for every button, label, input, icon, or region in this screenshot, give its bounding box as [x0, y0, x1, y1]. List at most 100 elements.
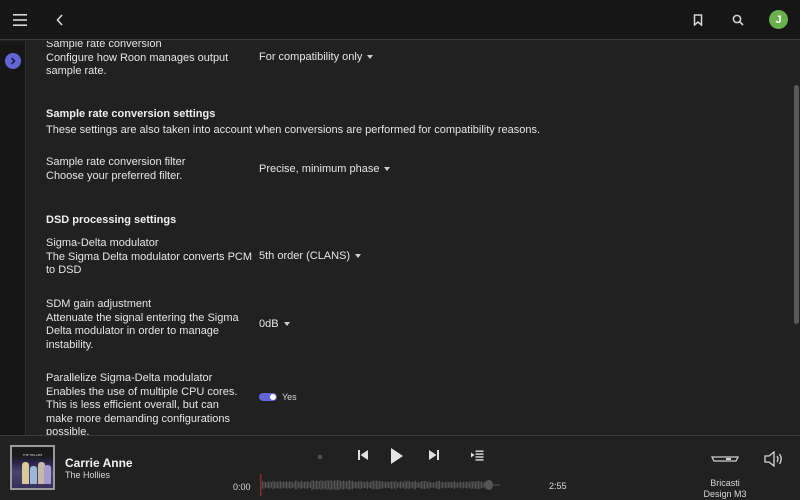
waveform-bar: [272, 480, 274, 490]
track-title[interactable]: Carrie Anne: [65, 456, 133, 470]
waveform-bar: [395, 480, 397, 490]
waveform-bar: [386, 481, 388, 489]
waveform-bar: [457, 482, 458, 488]
setting-description: Configure how Roon manages output sample…: [46, 51, 229, 78]
waveform-bar: [409, 481, 410, 489]
waveform-bar: [415, 480, 416, 490]
waveform-bar: [466, 481, 467, 489]
waveform-bar: [338, 480, 340, 490]
user-avatar[interactable]: J: [769, 10, 788, 29]
waveform-bar: [286, 481, 287, 489]
radio-indicator[interactable]: [317, 454, 323, 460]
play-button[interactable]: [390, 447, 404, 465]
setting-sigma-delta-modulator: Sigma-Delta modulator The Sigma Delta mo…: [46, 237, 792, 278]
scrollbar-thumb[interactable]: [794, 85, 799, 324]
setting-description: Enables the use of multiple CPU cores. T…: [46, 385, 238, 436]
queue-button[interactable]: [471, 450, 484, 461]
dropdown-value: 0dB: [259, 318, 279, 330]
waveform-bar: [329, 479, 331, 491]
search-button[interactable]: [728, 10, 748, 30]
waveform-bar: [364, 481, 365, 489]
waveform-bar: [431, 482, 433, 488]
waveform-bar: [446, 481, 448, 489]
waveform-bar: [442, 481, 443, 489]
playhead[interactable]: [260, 474, 262, 496]
waveform-bar: [479, 481, 481, 489]
waveform-bar: [310, 482, 311, 488]
waveform-bar: [265, 482, 266, 488]
waveform-bar: [475, 481, 476, 489]
waveform-bar: [458, 482, 460, 488]
sdm-gain-dropdown[interactable]: 0dB: [259, 318, 290, 330]
album-art-title: THE HOLLIES: [22, 453, 43, 457]
track-artist[interactable]: The Hollies: [65, 470, 110, 480]
waveform-bar: [430, 482, 431, 488]
waveform-bar: [469, 482, 470, 488]
waveform-bar: [406, 481, 407, 489]
waveform-bar: [476, 480, 478, 490]
waveform-bar: [337, 479, 338, 491]
dropdown-value: For compatibility only: [259, 51, 363, 63]
waveform-bar: [349, 480, 350, 490]
waveform-bar: [427, 482, 428, 488]
setting-sample-rate-conversion: Sample rate conversion Configure how Roo…: [46, 41, 792, 79]
toggle-label: Yes: [282, 392, 297, 402]
waveform-bar: [323, 480, 325, 490]
waveform-bar: [287, 482, 289, 488]
zone-selector-button[interactable]: Bricasti Design M3: [700, 450, 750, 500]
waveform-bar: [332, 481, 334, 489]
waveform-bar: [368, 482, 370, 488]
waveform-bar: [397, 482, 398, 488]
bookmarks-button[interactable]: [688, 10, 708, 30]
waveform-bar: [293, 482, 295, 488]
waveform-bar: [452, 481, 454, 489]
back-button[interactable]: [50, 10, 70, 30]
waveform-bar: [317, 480, 319, 490]
album-art[interactable]: THE HOLLIES: [10, 445, 55, 490]
waveform-bar: [391, 481, 392, 489]
waveform-bar: [425, 480, 427, 490]
waveform-bar: [347, 480, 349, 490]
next-track-button[interactable]: [428, 449, 440, 461]
waveform-bar: [350, 481, 352, 489]
dot-icon: [317, 454, 323, 460]
zone-name: Bricasti Design M3: [703, 478, 747, 499]
parallelize-sdm-toggle[interactable]: Yes: [259, 392, 297, 402]
waveform-bar: [292, 482, 293, 488]
toggle-switch-on[interactable]: [259, 393, 277, 401]
waveform-bar: [404, 480, 406, 490]
waveform-bar: [422, 481, 424, 489]
waveform-bar: [290, 481, 292, 489]
waveform-bar: [283, 481, 284, 489]
caret-down-icon: [367, 55, 374, 59]
waveform-bar: [370, 481, 371, 489]
waveform-seek-bar[interactable]: [260, 474, 520, 496]
sample-rate-conversion-dropdown[interactable]: For compatibility only: [259, 51, 374, 63]
sigma-delta-modulator-dropdown[interactable]: 5th order (CLANS): [259, 250, 362, 262]
waveform-bar: [358, 481, 359, 489]
hamburger-menu-button[interactable]: [10, 10, 30, 30]
waveform-bar: [269, 481, 271, 489]
waveform-bar: [436, 481, 437, 489]
queue-icon: [471, 450, 484, 461]
album-art-figure: [22, 462, 29, 484]
expand-sidebar-button[interactable]: [5, 53, 21, 69]
waveform-bar: [485, 480, 493, 490]
setting-parallelize-sdm: Parallelize Sigma-Delta modulator Enable…: [46, 372, 792, 435]
waveform-bar: [352, 480, 353, 490]
setting-label: Parallelize Sigma-Delta modulator: [46, 372, 213, 384]
waveform-bar: [418, 482, 419, 488]
waveform-bar: [302, 482, 304, 488]
waveform-bar: [365, 482, 367, 488]
waveform-bar: [334, 480, 335, 490]
setting-src-filter: Sample rate conversion filter Choose you…: [46, 156, 792, 183]
waveform-bar: [296, 480, 298, 490]
previous-track-button[interactable]: [357, 449, 369, 461]
volume-button[interactable]: [764, 450, 784, 472]
src-filter-dropdown[interactable]: Precise, minimum phase: [259, 163, 391, 175]
waveform-bar: [374, 480, 376, 490]
audio-device-icon: [710, 456, 740, 462]
waveform-bar: [277, 481, 278, 489]
setting-description: Attenuate the signal entering the Sigma …: [46, 311, 239, 351]
waveform-bar: [373, 480, 374, 490]
